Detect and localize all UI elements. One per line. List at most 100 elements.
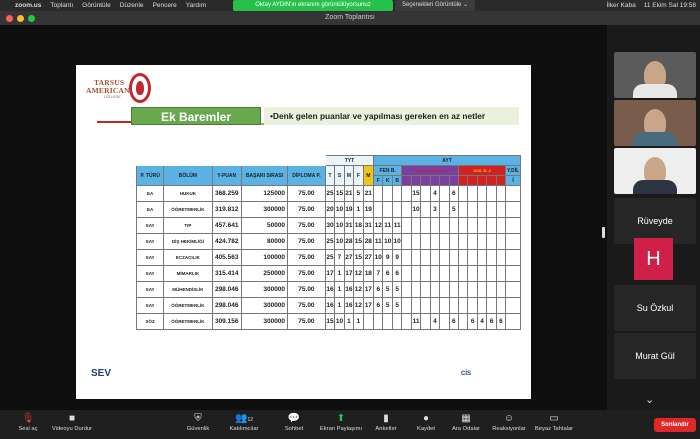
menu-item-window[interactable]: Pencere <box>153 2 177 9</box>
cell-sos1 <box>420 217 431 234</box>
cell-tyt: 10 <box>334 217 345 234</box>
table-cell <box>211 155 242 166</box>
cell-sos2 <box>495 185 507 202</box>
fen-subheader: B <box>391 175 403 186</box>
cell-tyt: 1 <box>334 265 345 282</box>
tyt-subheader: M <box>343 165 355 186</box>
cell-tyt: 25 <box>324 233 336 250</box>
menu-item-meeting[interactable]: Toplantı <box>50 2 73 9</box>
cell-sos2 <box>486 249 497 266</box>
cell-ypuan: 457.641 <box>211 217 242 234</box>
table-cell <box>287 155 326 166</box>
cell-fen: 6 <box>382 265 393 282</box>
panel-resize-handle[interactable] <box>602 227 605 238</box>
cell-m: 17 <box>362 297 375 314</box>
chevron-down-icon[interactable]: ⌄ <box>645 393 654 406</box>
cell-sos1 <box>429 249 441 266</box>
participant-video-2[interactable] <box>614 100 696 146</box>
cell-sos1 <box>401 265 412 282</box>
cell-m: 28 <box>362 233 375 250</box>
cell-fen: 11 <box>382 217 393 234</box>
cell-sos1 <box>439 185 450 202</box>
cell-ptype: SÖZ <box>135 313 165 330</box>
score-table: TYT AYT P. TÜRÜ BÖLÜM Y-PUAN BAŞARI SIRASI DİP… <box>135 155 521 330</box>
cell-tyt: 10 <box>334 201 345 218</box>
participant-h-avatar[interactable]: H <box>634 238 673 280</box>
cell-sos2 <box>467 201 478 218</box>
cell-tyt: 1 <box>353 201 364 218</box>
sos1-subheader <box>439 175 450 186</box>
stop-video-button[interactable]: ■ Videoyu Durdur <box>44 413 100 432</box>
table-cell <box>163 155 213 166</box>
cell-sos1 <box>420 201 431 218</box>
cell-sos1 <box>410 233 422 250</box>
fen-subheader: K <box>382 175 393 186</box>
cell-sos2: 4 <box>476 313 488 330</box>
cell-tyt: 18 <box>353 217 364 234</box>
cell-sos2 <box>457 281 469 298</box>
cell-sos1 <box>439 313 450 330</box>
whiteboards-button[interactable]: ▭ Beyaz Tahtalar <box>526 413 582 432</box>
user-name[interactable]: İlker Kaba <box>606 2 635 9</box>
school-emblem-icon <box>129 73 151 103</box>
cell-tyt: 21 <box>343 185 355 202</box>
participant-video-1[interactable] <box>614 52 696 98</box>
cell-diploma: 75.00 <box>287 281 326 298</box>
clock[interactable]: 11 Ekim Sal 19:58 <box>644 2 696 9</box>
menu-item-view[interactable]: Görüntüle <box>82 2 111 9</box>
people-icon: 👥 <box>234 413 248 424</box>
cell-tyt: 7 <box>334 249 345 266</box>
cell-diploma: 75.00 <box>287 265 326 282</box>
sos1-subheader <box>420 175 431 186</box>
close-window-icon[interactable] <box>6 15 13 22</box>
cell-tyt: 10 <box>334 313 345 330</box>
cell-diploma: 75.00 <box>287 249 326 266</box>
table-row: SAY ÖĞRETMENLİK 298.046 300000 75.00 16 1 16 12 1… <box>135 297 521 314</box>
cell-sos1 <box>429 233 441 250</box>
cell-ydil <box>505 185 521 202</box>
minimize-window-icon[interactable] <box>17 15 24 22</box>
cell-sos2: 6 <box>467 313 478 330</box>
cell-fen <box>373 313 384 330</box>
menu-app-name[interactable]: zoom.us <box>15 2 41 9</box>
menu-item-edit[interactable]: Düzenle <box>120 2 144 9</box>
cell-fen: 5 <box>391 281 403 298</box>
menu-item-help[interactable]: Yardım <box>186 2 206 9</box>
cell-fen <box>382 313 393 330</box>
cell-sos1 <box>420 313 431 330</box>
whiteboard-icon: ▭ <box>549 413 559 424</box>
sos2-subheader <box>476 175 488 186</box>
fen-subheader: F <box>373 175 384 186</box>
participant-video-3[interactable] <box>614 148 696 194</box>
cell-ypuan: 319.812 <box>211 201 242 218</box>
table-row: EA HUKUK 368.259 125000 75.00 25 15 21 5 21 15 4 6 <box>135 185 521 202</box>
cell-ydil <box>505 265 521 282</box>
cell-sos1: 10 <box>410 201 422 218</box>
cell-sos1 <box>448 217 460 234</box>
cell-sos1 <box>429 217 441 234</box>
table-row: SAY DİŞ HEKİMLİĞİ 424.782 80000 75.00 25 10 28 1… <box>135 233 521 250</box>
cell-tyt: 17 <box>324 265 336 282</box>
meeting-toolbar: 🎙 Sesi aç ■ Videoyu Durdur ⛨ Güvenlik 👥12 Ka… <box>0 410 700 439</box>
m-header: M <box>362 165 375 186</box>
participants-icon: 👥12 <box>216 413 272 424</box>
shared-screen-area: TARSUS AMERICAN COLLEGE Ek Baremler •Den… <box>0 25 607 410</box>
view-options-button[interactable]: Seçenekleri Görüntüle ⌄ <box>395 0 475 11</box>
fullscreen-window-icon[interactable] <box>28 15 35 22</box>
cell-sos2 <box>476 233 488 250</box>
participant-murat-gul[interactable]: Murat Gül <box>614 333 696 379</box>
cell-tyt: 17 <box>343 265 355 282</box>
participant-su-ozkul[interactable]: Su Özkul <box>614 285 696 331</box>
sos2-subheader <box>467 175 478 186</box>
cell-sos1 <box>401 217 412 234</box>
cell-sos1 <box>420 281 431 298</box>
sos2-header: SOS. B.-2 <box>457 165 507 176</box>
cell-fen <box>391 201 403 218</box>
cell-ydil <box>505 281 521 298</box>
participants-button[interactable]: 👥12 Katılımcılar <box>216 413 272 432</box>
end-meeting-button[interactable]: Sonlandır <box>654 418 696 432</box>
cell-m: 17 <box>362 281 375 298</box>
cell-sos1 <box>429 281 441 298</box>
cell-tyt: 12 <box>353 281 364 298</box>
table-row: SAY ECZACILIK 405.563 100000 75.00 25 7 27 15 27 1… <box>135 249 521 266</box>
